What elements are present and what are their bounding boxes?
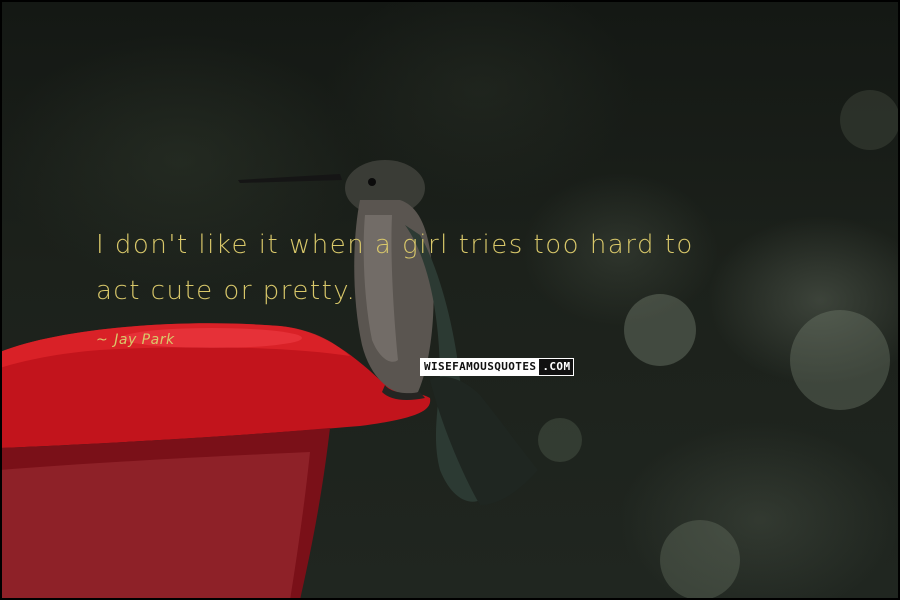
watermark-main: WISEFAMOUSQUOTES	[421, 359, 540, 375]
quote-author: ~ Jay Park	[96, 332, 175, 348]
quote-card: I don't like it when a girl tries too ha…	[0, 0, 900, 600]
quote-line-1: I don't like it when a girl tries too ha…	[96, 230, 694, 260]
red-feeder	[0, 323, 431, 600]
author-name: Jay Park	[114, 332, 175, 348]
site-watermark: WISEFAMOUSQUOTES .COM	[420, 358, 575, 376]
author-dash: ~	[96, 332, 109, 348]
bokeh-highlights	[538, 90, 900, 600]
quote-text: I don't like it when a girl tries too ha…	[96, 222, 836, 314]
watermark-tld: .COM	[539, 359, 574, 375]
quote-line-2: act cute or pretty.	[96, 276, 357, 306]
